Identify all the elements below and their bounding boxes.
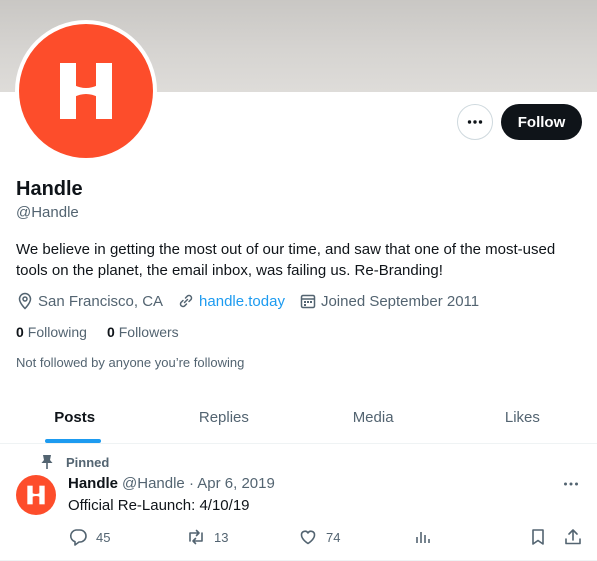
calendar-icon [300, 294, 316, 309]
location-text: San Francisco, CA [38, 292, 164, 310]
analytics-icon [416, 532, 430, 543]
more-horizontal-icon [467, 120, 483, 124]
tweet-text: Official Re-Launch: 4/10/19 [68, 497, 250, 514]
heart-icon [300, 530, 316, 545]
joined-text: Joined September 2011 [320, 292, 480, 310]
views-button[interactable] [413, 527, 441, 547]
tweet-author-name[interactable]: Handle [68, 475, 118, 492]
more-options-button[interactable] [457, 104, 493, 140]
location-pin-icon [18, 292, 32, 310]
tab-label: Posts [54, 409, 96, 426]
location-item: San Francisco, CA [16, 292, 163, 310]
reply-count: 45 [96, 529, 111, 545]
retweet-icon [189, 529, 203, 545]
pinned-label: Pinned [66, 454, 110, 470]
website-item[interactable]: handle.today [177, 292, 285, 310]
joined-item: Joined September 2011 [299, 292, 479, 310]
followers-label: Followers [118, 324, 179, 340]
tweet-actions: 45 13 74 [68, 527, 585, 551]
profile-handle: @Handle [16, 204, 79, 221]
tab-label: Media [352, 409, 394, 426]
tab-replies[interactable]: Replies [149, 392, 298, 443]
follow-button[interactable]: Follow [501, 104, 582, 140]
following-count: 0 [16, 324, 24, 340]
bookmark-button[interactable] [528, 527, 556, 547]
followers-count: 0 [106, 324, 115, 340]
share-icon [565, 529, 581, 545]
share-button[interactable] [563, 527, 591, 547]
retweet-count: 13 [214, 529, 229, 545]
following-link[interactable]: 0 Following [16, 324, 87, 340]
handle-logo [19, 24, 153, 158]
link-icon [179, 294, 193, 308]
tab-label: Likes [504, 409, 540, 426]
pinned-tweet[interactable]: Pinned Handle @Handle · Apr 6, 2019 Offi… [0, 445, 597, 561]
like-count: 74 [326, 529, 341, 545]
followers-link[interactable]: 0 Followers [107, 324, 179, 340]
tweet-header: Handle @Handle · Apr 6, 2019 [68, 475, 275, 492]
tab-media[interactable]: Media [299, 392, 448, 443]
tweet-avatar[interactable] [16, 475, 56, 515]
profile-meta: San Francisco, CA handle.today Joined Se… [16, 292, 493, 310]
profile-tabs: Posts Replies Media Likes [0, 392, 597, 444]
website-link[interactable]: handle.today [199, 293, 285, 310]
pinned-indicator: Pinned [40, 454, 109, 470]
h-logo-icon [27, 485, 45, 505]
profile-name: Handle [16, 178, 83, 200]
following-label: Following [27, 324, 87, 340]
tweet-author-handle-date[interactable]: @Handle · Apr 6, 2019 [122, 475, 275, 492]
like-button[interactable]: 74 [298, 527, 340, 547]
tweet-more-button[interactable] [562, 475, 580, 497]
tab-label: Replies [198, 409, 249, 426]
reply-icon [69, 529, 87, 546]
profile-avatar[interactable] [15, 20, 157, 162]
reply-button[interactable]: 45 [68, 527, 110, 547]
tab-posts[interactable]: Posts [0, 392, 149, 443]
h-logo-icon [60, 63, 112, 119]
bookmark-icon [532, 529, 544, 545]
more-horizontal-icon [564, 482, 578, 486]
profile-bio: We believe in getting the most out of ou… [16, 241, 556, 279]
retweet-button[interactable]: 13 [186, 527, 228, 547]
not-followed-notice: Not followed by anyone you’re following [16, 355, 245, 370]
follow-stats: 0 Following 0 Followers [16, 324, 199, 340]
tab-likes[interactable]: Likes [448, 392, 597, 443]
pin-icon [41, 455, 53, 469]
active-tab-indicator [45, 439, 101, 443]
